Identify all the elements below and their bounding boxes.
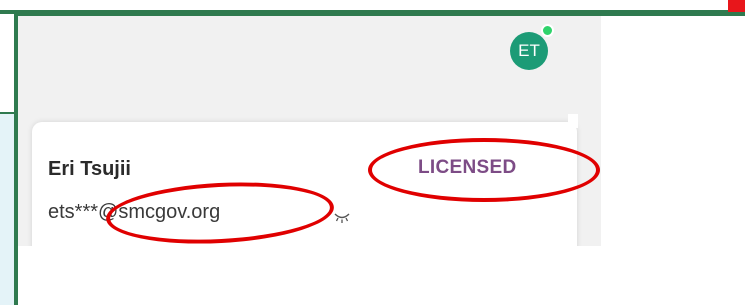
user-avatar[interactable]: ET — [510, 32, 548, 70]
presence-status-dot — [541, 24, 554, 37]
eye-closed-icon[interactable] — [334, 210, 350, 224]
user-display-name: Eri Tsujii — [48, 158, 131, 180]
annotation-circle-licensed — [368, 138, 600, 202]
card-edge — [568, 114, 578, 128]
